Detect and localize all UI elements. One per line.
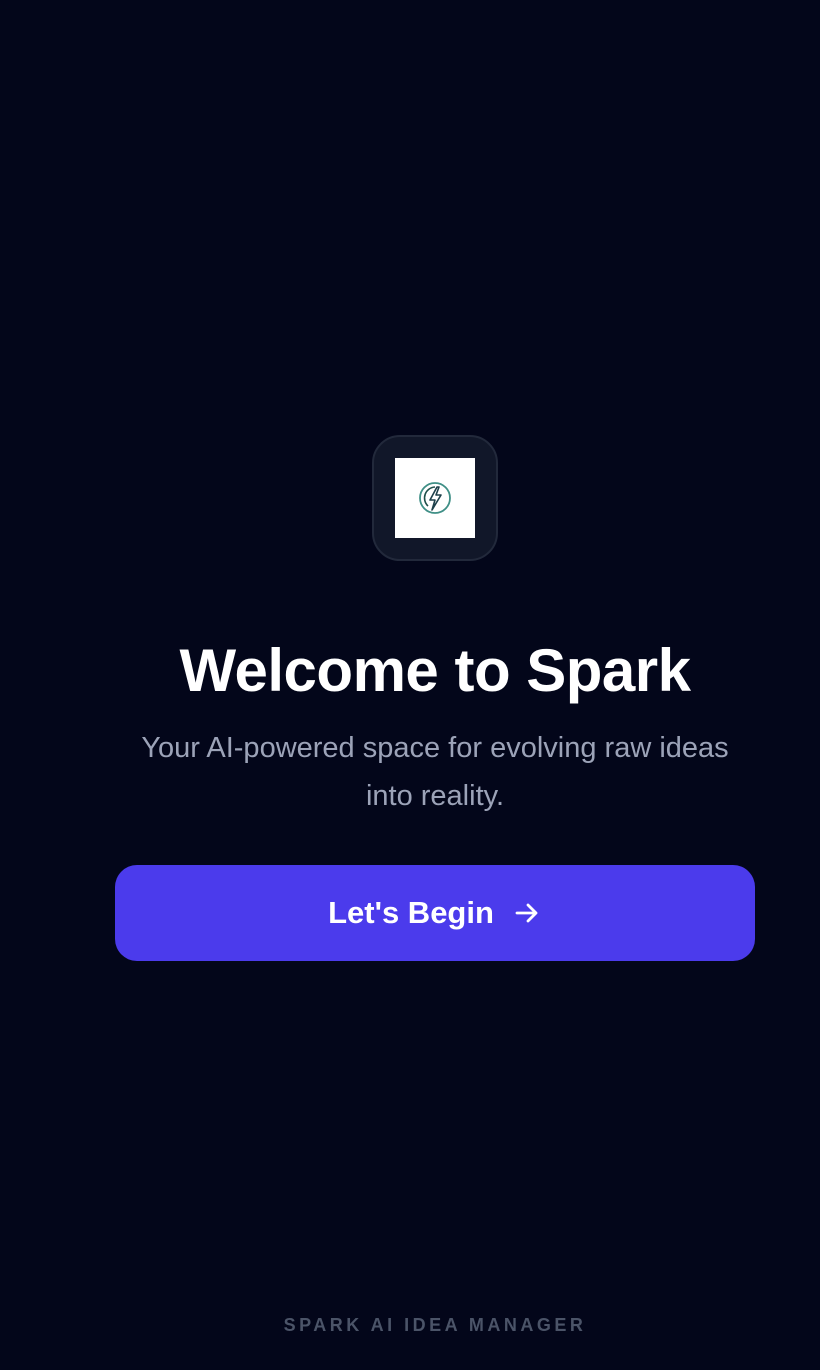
lets-begin-button[interactable]: Let's Begin (115, 865, 755, 961)
app-logo (372, 435, 498, 561)
welcome-screen: Welcome to Spark Your AI-powered space f… (0, 0, 820, 1370)
arrow-right-icon (512, 898, 542, 928)
logo-image (395, 458, 475, 538)
page-title: Welcome to Spark (179, 637, 691, 704)
footer-label: SPARK AI IDEA MANAGER (283, 1315, 587, 1335)
page-subtitle: Your AI-powered space for evolving raw i… (141, 732, 729, 812)
lets-begin-label: Let's Begin (328, 895, 494, 930)
lightning-bolt-icon (419, 482, 451, 514)
